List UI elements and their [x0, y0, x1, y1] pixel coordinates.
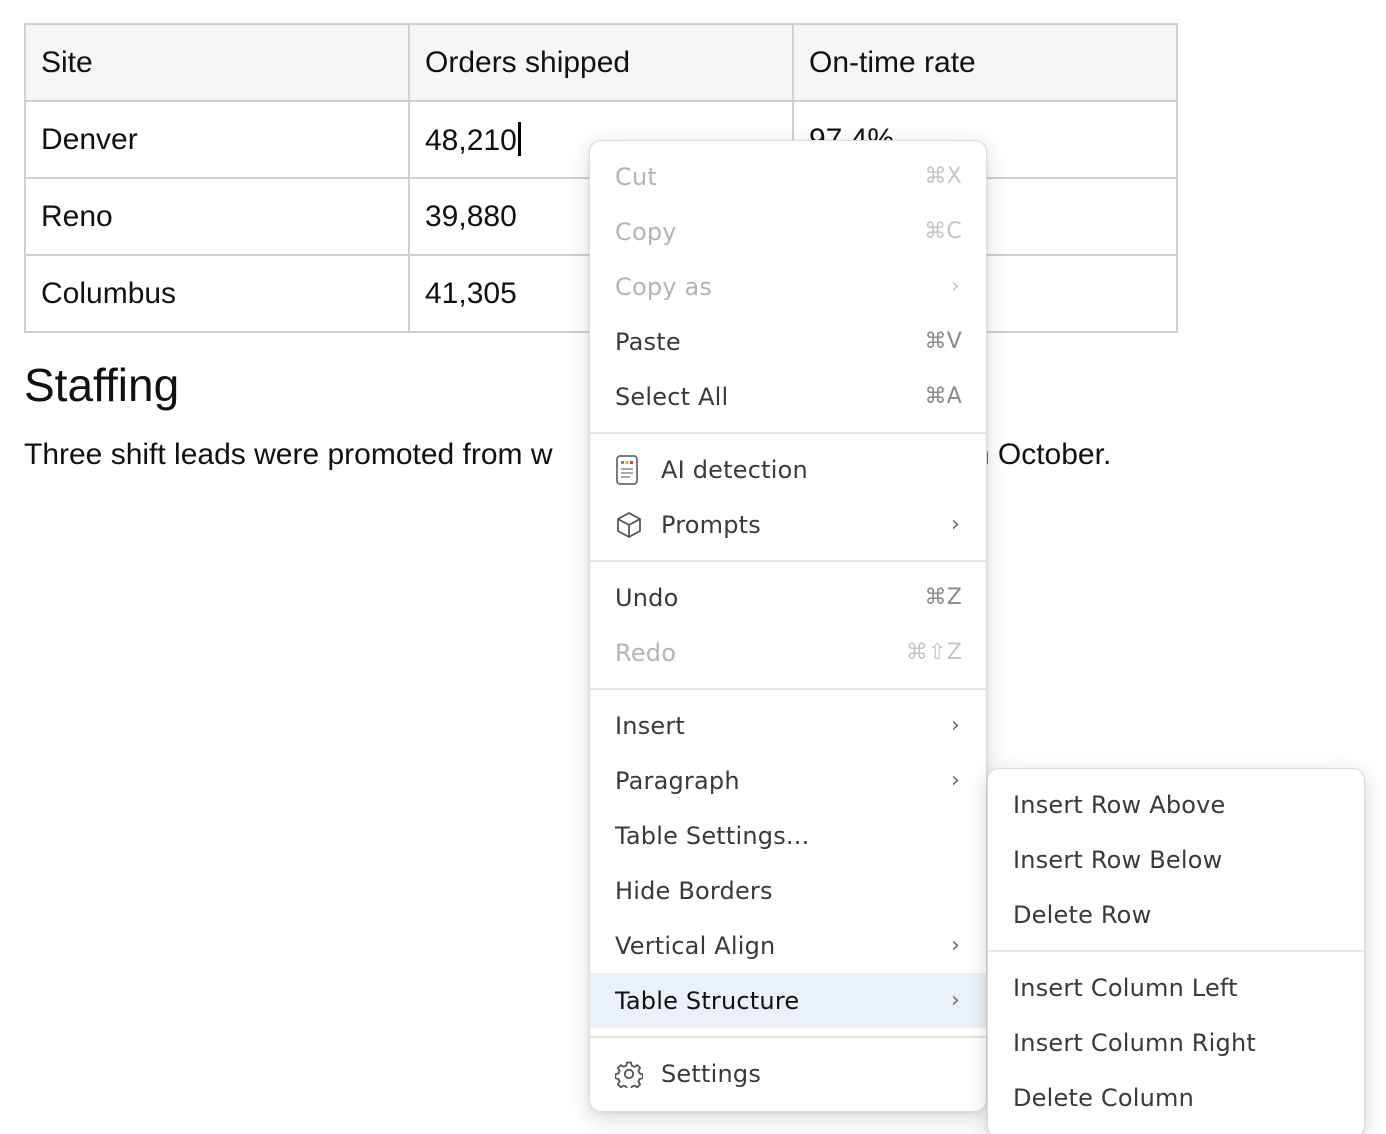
- menu-item-label: Hide Borders: [615, 876, 773, 905]
- menu-item-ai-detection[interactable]: AI detection: [590, 442, 986, 497]
- menu-item-label: Cut: [615, 162, 657, 191]
- shortcut-label: ⌘X: [924, 164, 962, 189]
- menu-item-label: Undo: [615, 583, 679, 612]
- chevron-right-icon: ›: [951, 988, 960, 1013]
- table-header-cell[interactable]: Orders shipped: [408, 23, 794, 102]
- table-header-cell[interactable]: Site: [24, 23, 410, 102]
- paragraph-text-start: Three shift leads were promoted from w: [24, 438, 553, 471]
- menu-item-insert-column-right[interactable]: Insert Column Right: [988, 1015, 1364, 1070]
- menu-item-label: Prompts: [661, 510, 762, 539]
- menu-item-label: Insert Column Right: [1013, 1028, 1257, 1057]
- menu-item-prompts[interactable]: Prompts ›: [590, 497, 986, 552]
- menu-item-label: Insert Column Left: [1013, 973, 1238, 1002]
- menu-item-label: Table Settings...: [615, 821, 810, 850]
- menu-separator: [590, 432, 986, 434]
- menu-item-label: Copy as: [615, 272, 713, 301]
- menu-item-label: Select All: [615, 382, 729, 411]
- menu-separator: [590, 688, 986, 690]
- menu-item-label: Insert Row Above: [1013, 790, 1226, 819]
- shortcut-label: ⌘C: [924, 219, 962, 244]
- table-cell[interactable]: Columbus: [24, 254, 410, 333]
- table-header-cell[interactable]: On-time rate: [792, 23, 1178, 102]
- cell-text: 48,210: [425, 123, 517, 157]
- table-header-row: Site Orders shipped On-time rate: [24, 23, 1178, 102]
- menu-item-paragraph[interactable]: Paragraph ›: [590, 753, 986, 808]
- menu-item-undo[interactable]: Undo ⌘Z: [590, 570, 986, 625]
- menu-item-settings[interactable]: Settings: [590, 1046, 986, 1101]
- text-caret: [517, 121, 521, 156]
- menu-item-label: Delete Column: [1013, 1083, 1194, 1112]
- menu-item-label: Copy: [615, 217, 677, 246]
- menu-item-delete-row[interactable]: Delete Row: [988, 887, 1364, 942]
- menu-item-table-structure[interactable]: Table Structure ›: [590, 973, 986, 1028]
- shortcut-label: ⌘A: [924, 384, 962, 409]
- table-cell[interactable]: Denver: [24, 100, 410, 179]
- menu-item-select-all[interactable]: Select All ⌘A: [590, 369, 986, 424]
- menu-separator: [590, 560, 986, 562]
- chevron-right-icon: ›: [951, 713, 960, 738]
- menu-item-vertical-align[interactable]: Vertical Align ›: [590, 918, 986, 973]
- menu-item-paste[interactable]: Paste ⌘V: [590, 314, 986, 369]
- document-page: Site Orders shipped On-time rate Denver …: [0, 0, 1386, 1134]
- menu-item-label: Paste: [615, 327, 681, 356]
- menu-item-label: Settings: [661, 1059, 762, 1088]
- menu-item-label: Redo: [615, 638, 677, 667]
- document-scan-icon: [615, 454, 645, 486]
- chevron-right-icon: ›: [951, 933, 960, 958]
- cube-icon: [615, 509, 645, 541]
- gear-icon: [615, 1058, 645, 1090]
- menu-item-table-settings[interactable]: Table Settings...: [590, 808, 986, 863]
- menu-item-cut[interactable]: Cut ⌘X: [590, 149, 986, 204]
- table-structure-submenu: Insert Row Above Insert Row Below Delete…: [987, 768, 1365, 1134]
- shortcut-label: ⌘V: [924, 329, 962, 354]
- menu-item-label: Table Structure: [615, 986, 800, 1015]
- menu-separator: [590, 1036, 986, 1038]
- menu-item-insert-column-left[interactable]: Insert Column Left: [988, 960, 1364, 1015]
- table-cell[interactable]: Reno: [24, 177, 410, 256]
- menu-item-insert[interactable]: Insert ›: [590, 698, 986, 753]
- menu-item-label: Paragraph: [615, 766, 740, 795]
- menu-separator: [988, 950, 1364, 952]
- context-menu: Cut ⌘X Copy ⌘C Copy as › Paste ⌘V Select…: [589, 140, 987, 1112]
- menu-item-label: Vertical Align: [615, 931, 776, 960]
- menu-item-label: Delete Row: [1013, 900, 1152, 929]
- menu-item-label: Insert: [615, 711, 686, 740]
- menu-item-label: AI detection: [661, 455, 808, 484]
- chevron-right-icon: ›: [951, 512, 960, 537]
- menu-item-copy-as[interactable]: Copy as ›: [590, 259, 986, 314]
- chevron-right-icon: ›: [951, 768, 960, 793]
- shortcut-label: ⌘Z: [924, 585, 962, 610]
- menu-item-delete-column[interactable]: Delete Column: [988, 1070, 1364, 1125]
- menu-item-label: Insert Row Below: [1013, 845, 1223, 874]
- menu-item-copy[interactable]: Copy ⌘C: [590, 204, 986, 259]
- chevron-right-icon: ›: [951, 274, 960, 299]
- menu-item-insert-row-below[interactable]: Insert Row Below: [988, 832, 1364, 887]
- menu-item-insert-row-above[interactable]: Insert Row Above: [988, 777, 1364, 832]
- menu-item-redo[interactable]: Redo ⌘⇧Z: [590, 625, 986, 680]
- menu-item-hide-borders[interactable]: Hide Borders: [590, 863, 986, 918]
- shortcut-label: ⌘⇧Z: [905, 640, 962, 665]
- section-heading[interactable]: Staffing: [24, 358, 179, 412]
